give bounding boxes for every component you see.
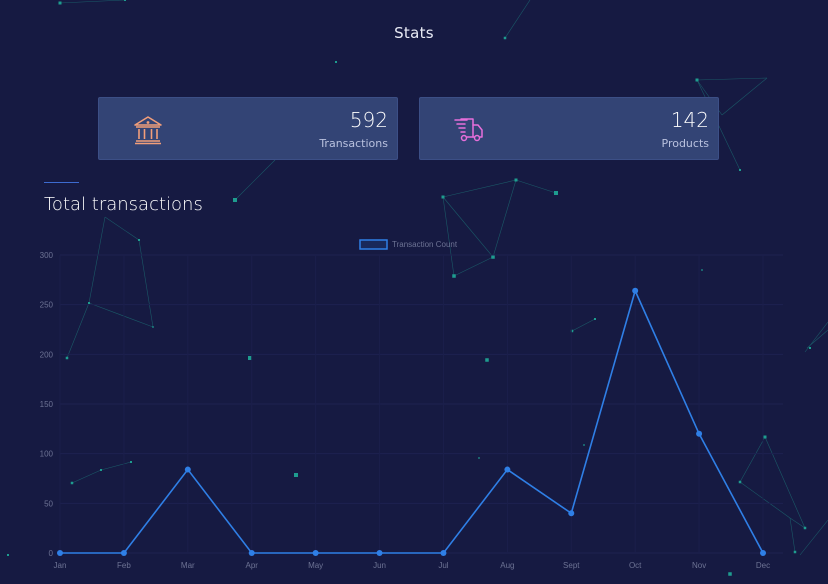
y-tick-label: 0	[49, 549, 54, 558]
y-tick-label: 300	[40, 251, 54, 260]
data-point[interactable]	[760, 550, 766, 556]
y-tick-label: 50	[44, 499, 53, 508]
x-tick-label: Dec	[756, 561, 770, 570]
transactions-line-chart: 0 50 100 150 200 250 300 Jan Feb Mar Apr May Jun Jul…	[40, 239, 783, 570]
y-tick-label: 150	[40, 400, 54, 409]
data-point[interactable]	[57, 550, 63, 556]
data-point[interactable]	[248, 550, 255, 556]
x-tick-label: Sept	[563, 561, 580, 570]
data-point[interactable]	[696, 430, 703, 437]
data-point[interactable]	[120, 550, 127, 556]
x-tick-label: Mar	[181, 561, 195, 570]
series-line	[60, 288, 764, 554]
data-point[interactable]	[376, 550, 383, 556]
x-tick-label: Jul	[438, 561, 448, 570]
data-point[interactable]	[632, 287, 639, 294]
x-tick-label: Jun	[373, 561, 386, 570]
data-point[interactable]	[440, 550, 447, 556]
data-point[interactable]	[568, 510, 575, 517]
data-point[interactable]	[312, 550, 319, 556]
legend-swatch[interactable]	[359, 239, 388, 250]
x-tick-label: Aug	[500, 561, 514, 570]
data-point[interactable]	[504, 466, 511, 473]
x-tick-label: Jan	[54, 561, 67, 570]
y-tick-label: 100	[40, 450, 54, 459]
x-tick-label: May	[308, 561, 323, 570]
x-tick-label: Feb	[117, 561, 131, 570]
y-tick-label: 200	[40, 350, 54, 359]
legend-label[interactable]: Transaction Count	[392, 240, 458, 249]
x-tick-label: Oct	[629, 561, 642, 570]
dashboard: Stats 592 Transactions 142 Products Tota…	[0, 0, 828, 584]
data-point[interactable]	[184, 466, 191, 473]
x-tick-label: Apr	[246, 561, 259, 570]
y-tick-label: 250	[40, 301, 54, 310]
x-tick-label: Nov	[692, 561, 706, 570]
